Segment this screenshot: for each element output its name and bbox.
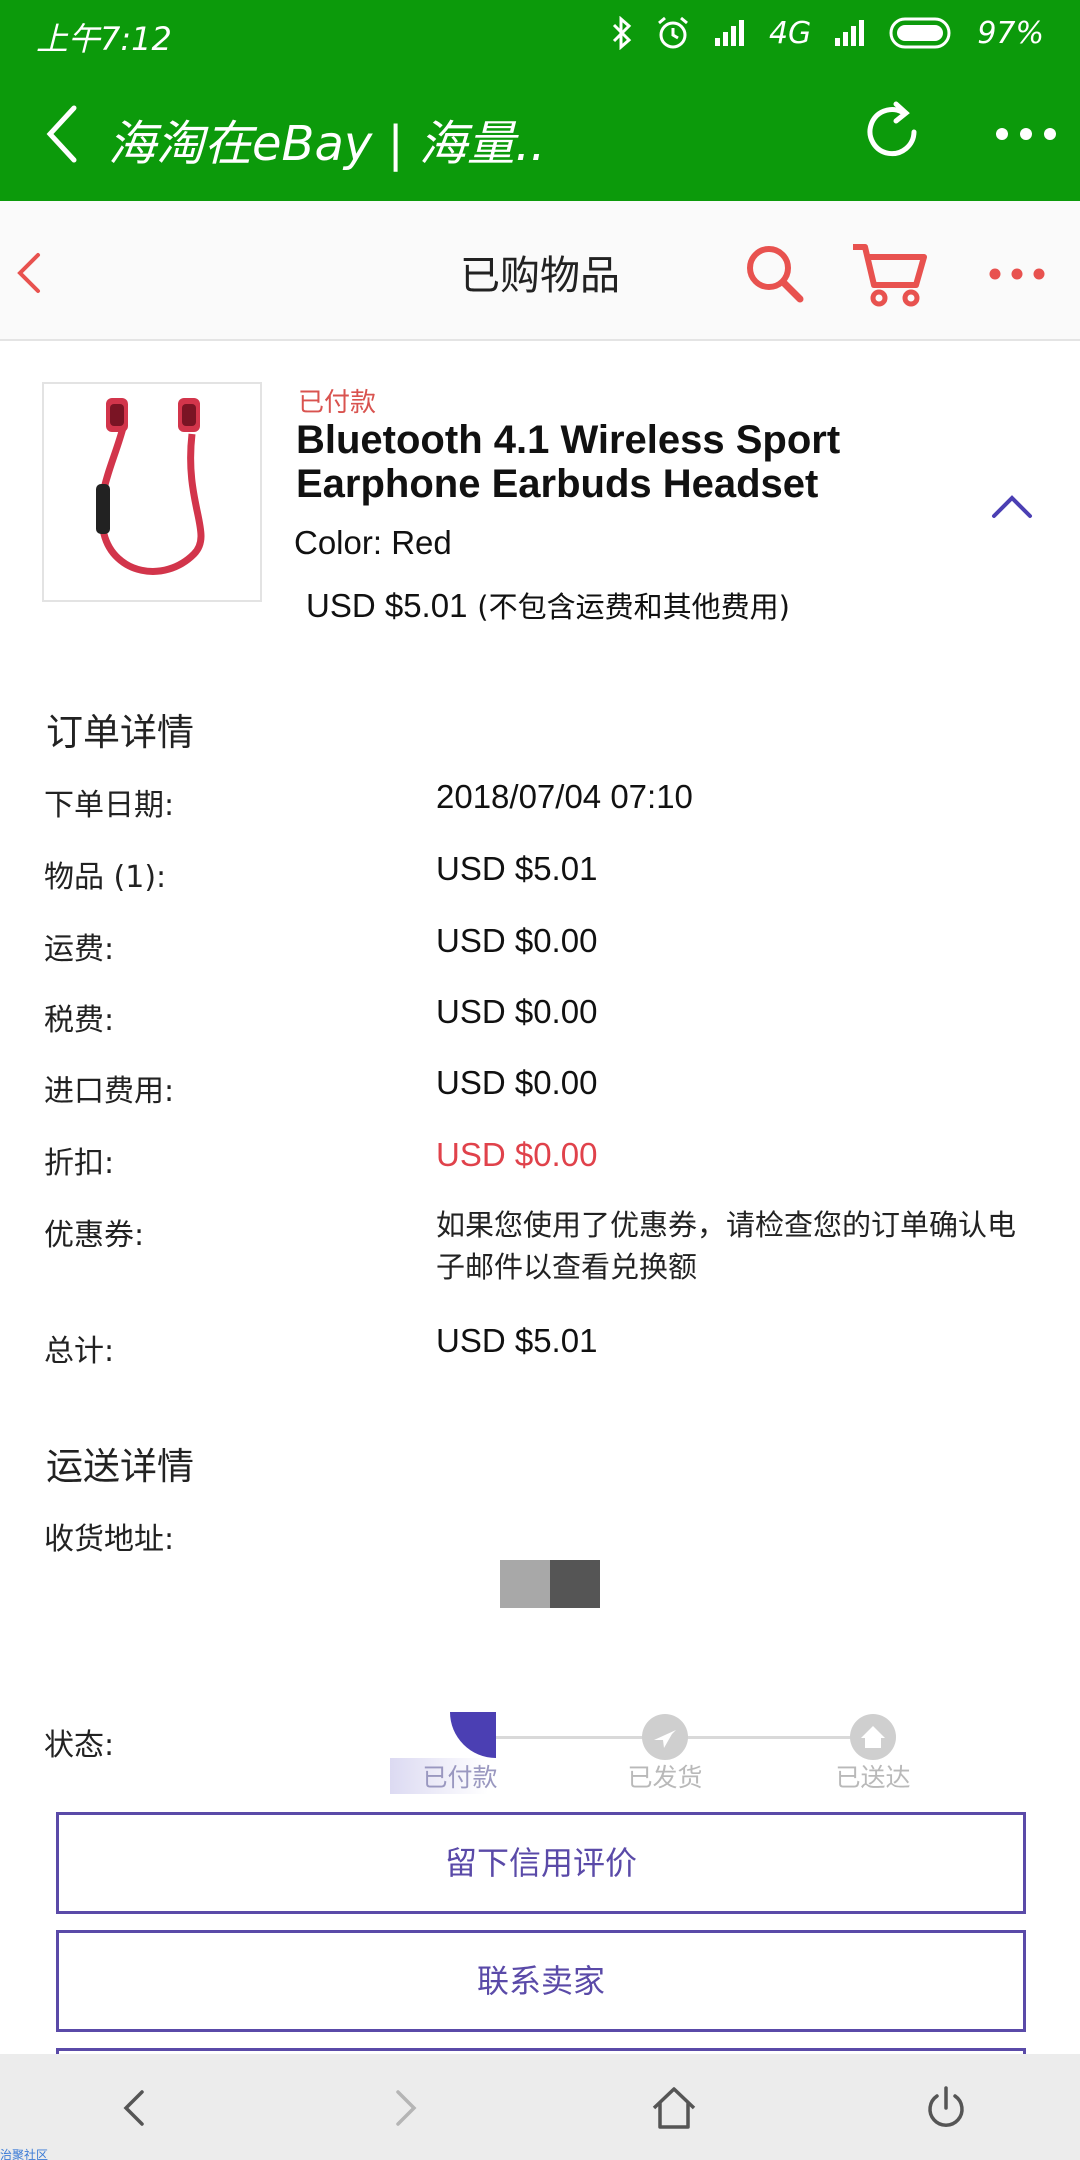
redacted-address: [500, 1560, 600, 1608]
nav-power-icon[interactable]: [922, 2084, 970, 2132]
back-chevron-icon[interactable]: [40, 102, 84, 166]
paid-icon: [450, 1712, 496, 1758]
coupon-value: 如果您使用了优惠券，请检查您的订单确认电子邮件以查看兑换额: [436, 1208, 1017, 1284]
discount-label: 折扣:: [44, 1146, 115, 1181]
contact-seller-button[interactable]: 联系卖家: [56, 1930, 1026, 2032]
price-note: (不包含运费和其他费用): [477, 590, 790, 624]
nav-home-icon[interactable]: [650, 2084, 698, 2132]
nav-back-icon[interactable]: [112, 2084, 160, 2132]
order-date-label: 下单日期:: [44, 788, 175, 823]
browser-title: 海淘在eBay | 海量..: [108, 116, 546, 172]
order-details-title: 订单详情: [46, 711, 194, 754]
more-dots-icon[interactable]: [994, 124, 1058, 144]
order-date-value: 2018/07/04 07:10: [436, 778, 693, 815]
discount-value: USD $0.00: [436, 1136, 598, 1173]
step-shipped-label: 已发货: [627, 1763, 703, 1792]
home-icon: [850, 1714, 896, 1760]
address-label: 收货地址:: [44, 1522, 175, 1557]
status-icons: 4G 97%: [611, 12, 1044, 54]
nav-forward-icon[interactable]: [380, 2084, 428, 2132]
product-image[interactable]: [42, 382, 262, 602]
shipping-fee-label: 运费:: [44, 932, 115, 967]
alarm-icon: [658, 16, 688, 49]
product-color: Color: Red: [294, 524, 452, 561]
shipping-fee-value: USD $0.00: [436, 922, 598, 959]
refresh-icon[interactable]: [856, 96, 928, 168]
plane-icon: [642, 1714, 688, 1760]
product-price-line: USD $5.01 (不包含运费和其他费用): [306, 584, 790, 626]
product-title[interactable]: Bluetooth 4.1 Wireless Sport Earphone Ea…: [296, 418, 916, 506]
watermark-text: 治聚社区: [0, 2148, 49, 2160]
network-type: 4G: [768, 15, 812, 51]
browser-nav-bar: [0, 2054, 1080, 2160]
status-label: 状态:: [44, 1728, 115, 1763]
coupon-label: 优惠券:: [44, 1218, 145, 1253]
leave-feedback-button[interactable]: 留下信用评价: [56, 1812, 1026, 1914]
import-fee-value: USD $0.00: [436, 1064, 598, 1101]
bluetooth-icon: [612, 16, 632, 50]
battery-icon: [889, 17, 951, 49]
chevron-up-icon[interactable]: [990, 492, 1034, 520]
import-fee-label: 进口费用:: [44, 1074, 175, 1109]
browser-bar: 海淘在eBay | 海量..: [0, 66, 1080, 201]
search-icon[interactable]: [744, 243, 806, 305]
shipping-details-title: 运送详情: [46, 1445, 194, 1488]
items-value: USD $5.01: [436, 850, 598, 887]
items-label: 物品 (1):: [44, 860, 167, 895]
more-dots-icon[interactable]: [988, 265, 1046, 283]
total-label: 总计:: [44, 1334, 115, 1369]
step-delivered-label: 已送达: [835, 1763, 911, 1792]
step-paid-label: 已付款: [390, 1758, 530, 1794]
battery-level: 97%: [977, 15, 1044, 51]
status-time: 上午7:12: [36, 20, 172, 58]
cart-icon[interactable]: [850, 241, 928, 307]
payment-status: 已付款: [298, 388, 377, 418]
signal-icon: [714, 20, 744, 46]
total-value: USD $5.01: [436, 1322, 598, 1359]
tax-value: USD $0.00: [436, 993, 598, 1030]
product-price: USD $5.01: [306, 587, 468, 624]
signal-icon-2: [835, 20, 865, 46]
earphone-image: [96, 398, 205, 575]
page-header: 已购物品: [0, 201, 1080, 341]
tax-label: 税费:: [44, 1003, 115, 1038]
status-bar: 上午7:12 4G 97%: [0, 0, 1080, 66]
